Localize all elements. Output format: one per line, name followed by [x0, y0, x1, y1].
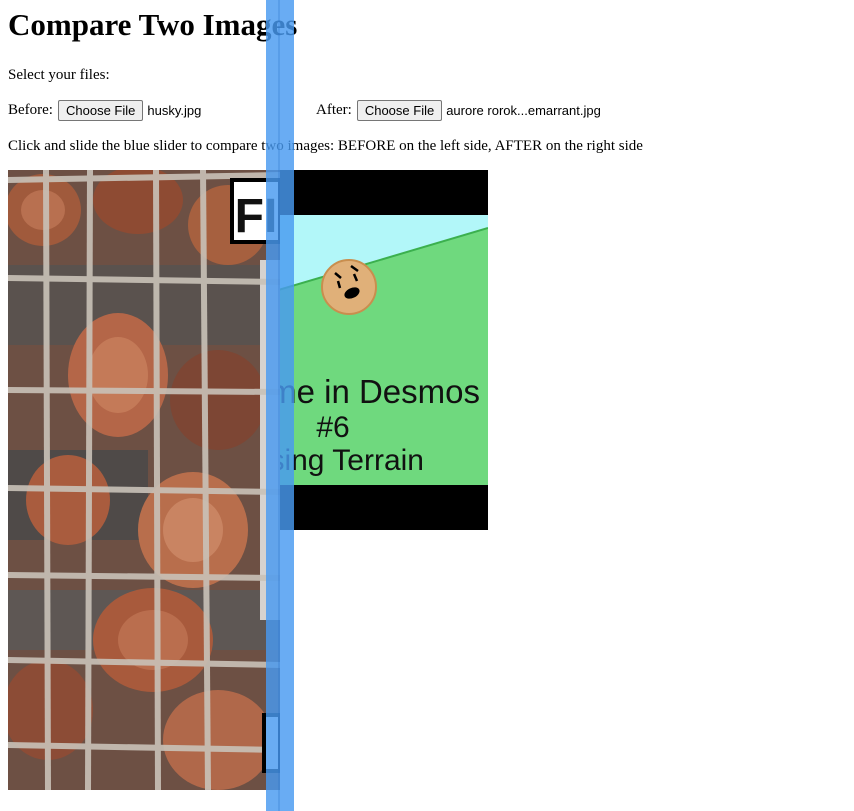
after-label: After: — [316, 101, 352, 118]
after-file-row: After: Choose File aurore rorok...emarra… — [316, 99, 601, 121]
after-choose-file-button[interactable]: Choose File — [356, 99, 443, 121]
before-file-name: husky.jpg — [147, 102, 202, 118]
after-file-name: aurore rorok...emarrant.jpg — [446, 102, 601, 118]
after-image-title-line2: #6 — [316, 411, 349, 444]
before-choose-file-button[interactable]: Choose File — [57, 99, 144, 121]
before-file-row: Before: Choose File husky.jpg — [8, 99, 201, 121]
slider-divider-line — [278, 0, 280, 811]
before-image-art: FI — [8, 170, 280, 790]
before-image: FI — [8, 170, 280, 790]
instructions-text: Click and slide the blue slider to compa… — [8, 138, 643, 154]
page-title: Compare Two Images — [8, 7, 298, 42]
compare-slider-handle[interactable] — [266, 0, 294, 811]
before-label: Before: — [8, 101, 53, 118]
angry-face-icon — [321, 259, 377, 315]
select-files-prompt: Select your files: — [8, 67, 110, 83]
